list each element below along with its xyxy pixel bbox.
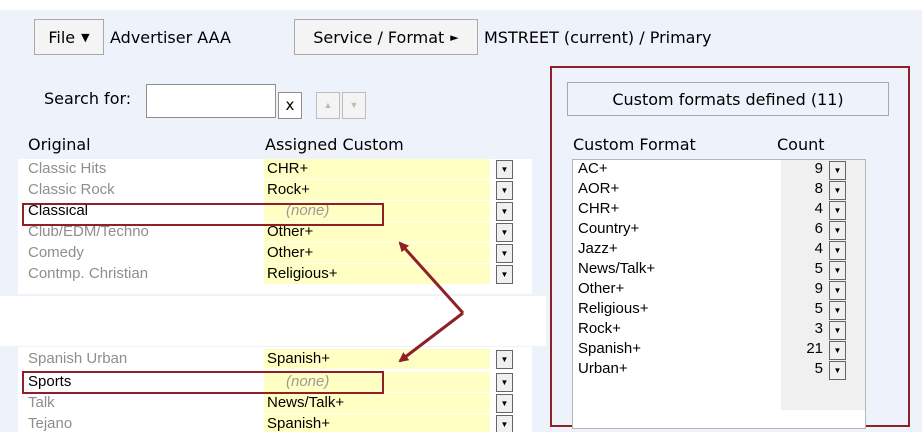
custom-format-list: AC+ 9 ▼ AOR+ 8 ▼ CHR+ 4 ▼ Country+ 6 ▼ Jazz+ 4 ▼ N… [572, 159, 866, 429]
custom-format-name: Urban+ [578, 360, 628, 377]
count-dropdown-button[interactable]: ▼ [829, 201, 846, 220]
count-column-header: Count [777, 135, 825, 154]
count-dropdown-button[interactable]: ▼ [829, 181, 846, 200]
custom-format-name: Spanish+ [578, 340, 641, 357]
custom-format-count: 21 [806, 340, 823, 357]
count-dropdown-button[interactable]: ▼ [829, 241, 846, 260]
custom-format-name: Rock+ [578, 320, 621, 337]
custom-format-count: 5 [814, 360, 823, 377]
arrow-to-classical [398, 241, 465, 315]
custom-format-name: CHR+ [578, 200, 620, 217]
chevron-down-icon: ▼ [833, 366, 842, 375]
count-dropdown-button[interactable]: ▼ [829, 261, 846, 280]
chevron-down-icon: ▼ [833, 286, 842, 295]
chevron-down-icon: ▼ [833, 226, 842, 235]
custom-format-count: 5 [814, 260, 823, 277]
custom-format-count: 3 [814, 320, 823, 337]
custom-format-name: Religious+ [578, 300, 649, 317]
custom-format-name: Country+ [578, 220, 640, 237]
chevron-down-icon: ▼ [833, 166, 842, 175]
chevron-down-icon: ▼ [833, 186, 842, 195]
custom-format-column-header: Custom Format [573, 135, 696, 154]
count-dropdown-button[interactable]: ▼ [829, 361, 846, 380]
count-dropdown-button[interactable]: ▼ [829, 281, 846, 300]
count-dropdown-button[interactable]: ▼ [829, 221, 846, 240]
chevron-down-icon: ▼ [833, 266, 842, 275]
custom-format-count: 6 [814, 220, 823, 237]
custom-format-count: 4 [814, 240, 823, 257]
custom-format-name: News/Talk+ [578, 260, 656, 277]
custom-format-count: 8 [814, 180, 823, 197]
format-mapping-panel: File ▼ Advertiser AAA Service / Format ►… [0, 0, 922, 432]
count-dropdown-button[interactable]: ▼ [829, 321, 846, 340]
chevron-down-icon: ▼ [833, 246, 842, 255]
count-dropdown-button[interactable]: ▼ [829, 341, 846, 360]
count-dropdown-button[interactable]: ▼ [829, 161, 846, 180]
custom-format-count: 5 [814, 300, 823, 317]
chevron-down-icon: ▼ [833, 306, 842, 315]
chevron-down-icon: ▼ [833, 346, 842, 355]
custom-format-count: 9 [814, 280, 823, 297]
custom-formats-count-title: Custom formats defined (11) [612, 90, 844, 109]
custom-format-name: Other+ [578, 280, 625, 297]
chevron-down-icon: ▼ [833, 206, 842, 215]
custom-format-count: 9 [814, 160, 823, 177]
custom-format-count: 4 [814, 200, 823, 217]
custom-format-name: AC+ [578, 160, 608, 177]
count-dropdown-button[interactable]: ▼ [829, 301, 846, 320]
custom-format-name: Jazz+ [578, 240, 618, 257]
custom-format-name: AOR+ [578, 180, 620, 197]
arrow-to-sports [398, 311, 464, 363]
custom-formats-header-box: Custom formats defined (11) [567, 82, 889, 116]
chevron-down-icon: ▼ [833, 326, 842, 335]
